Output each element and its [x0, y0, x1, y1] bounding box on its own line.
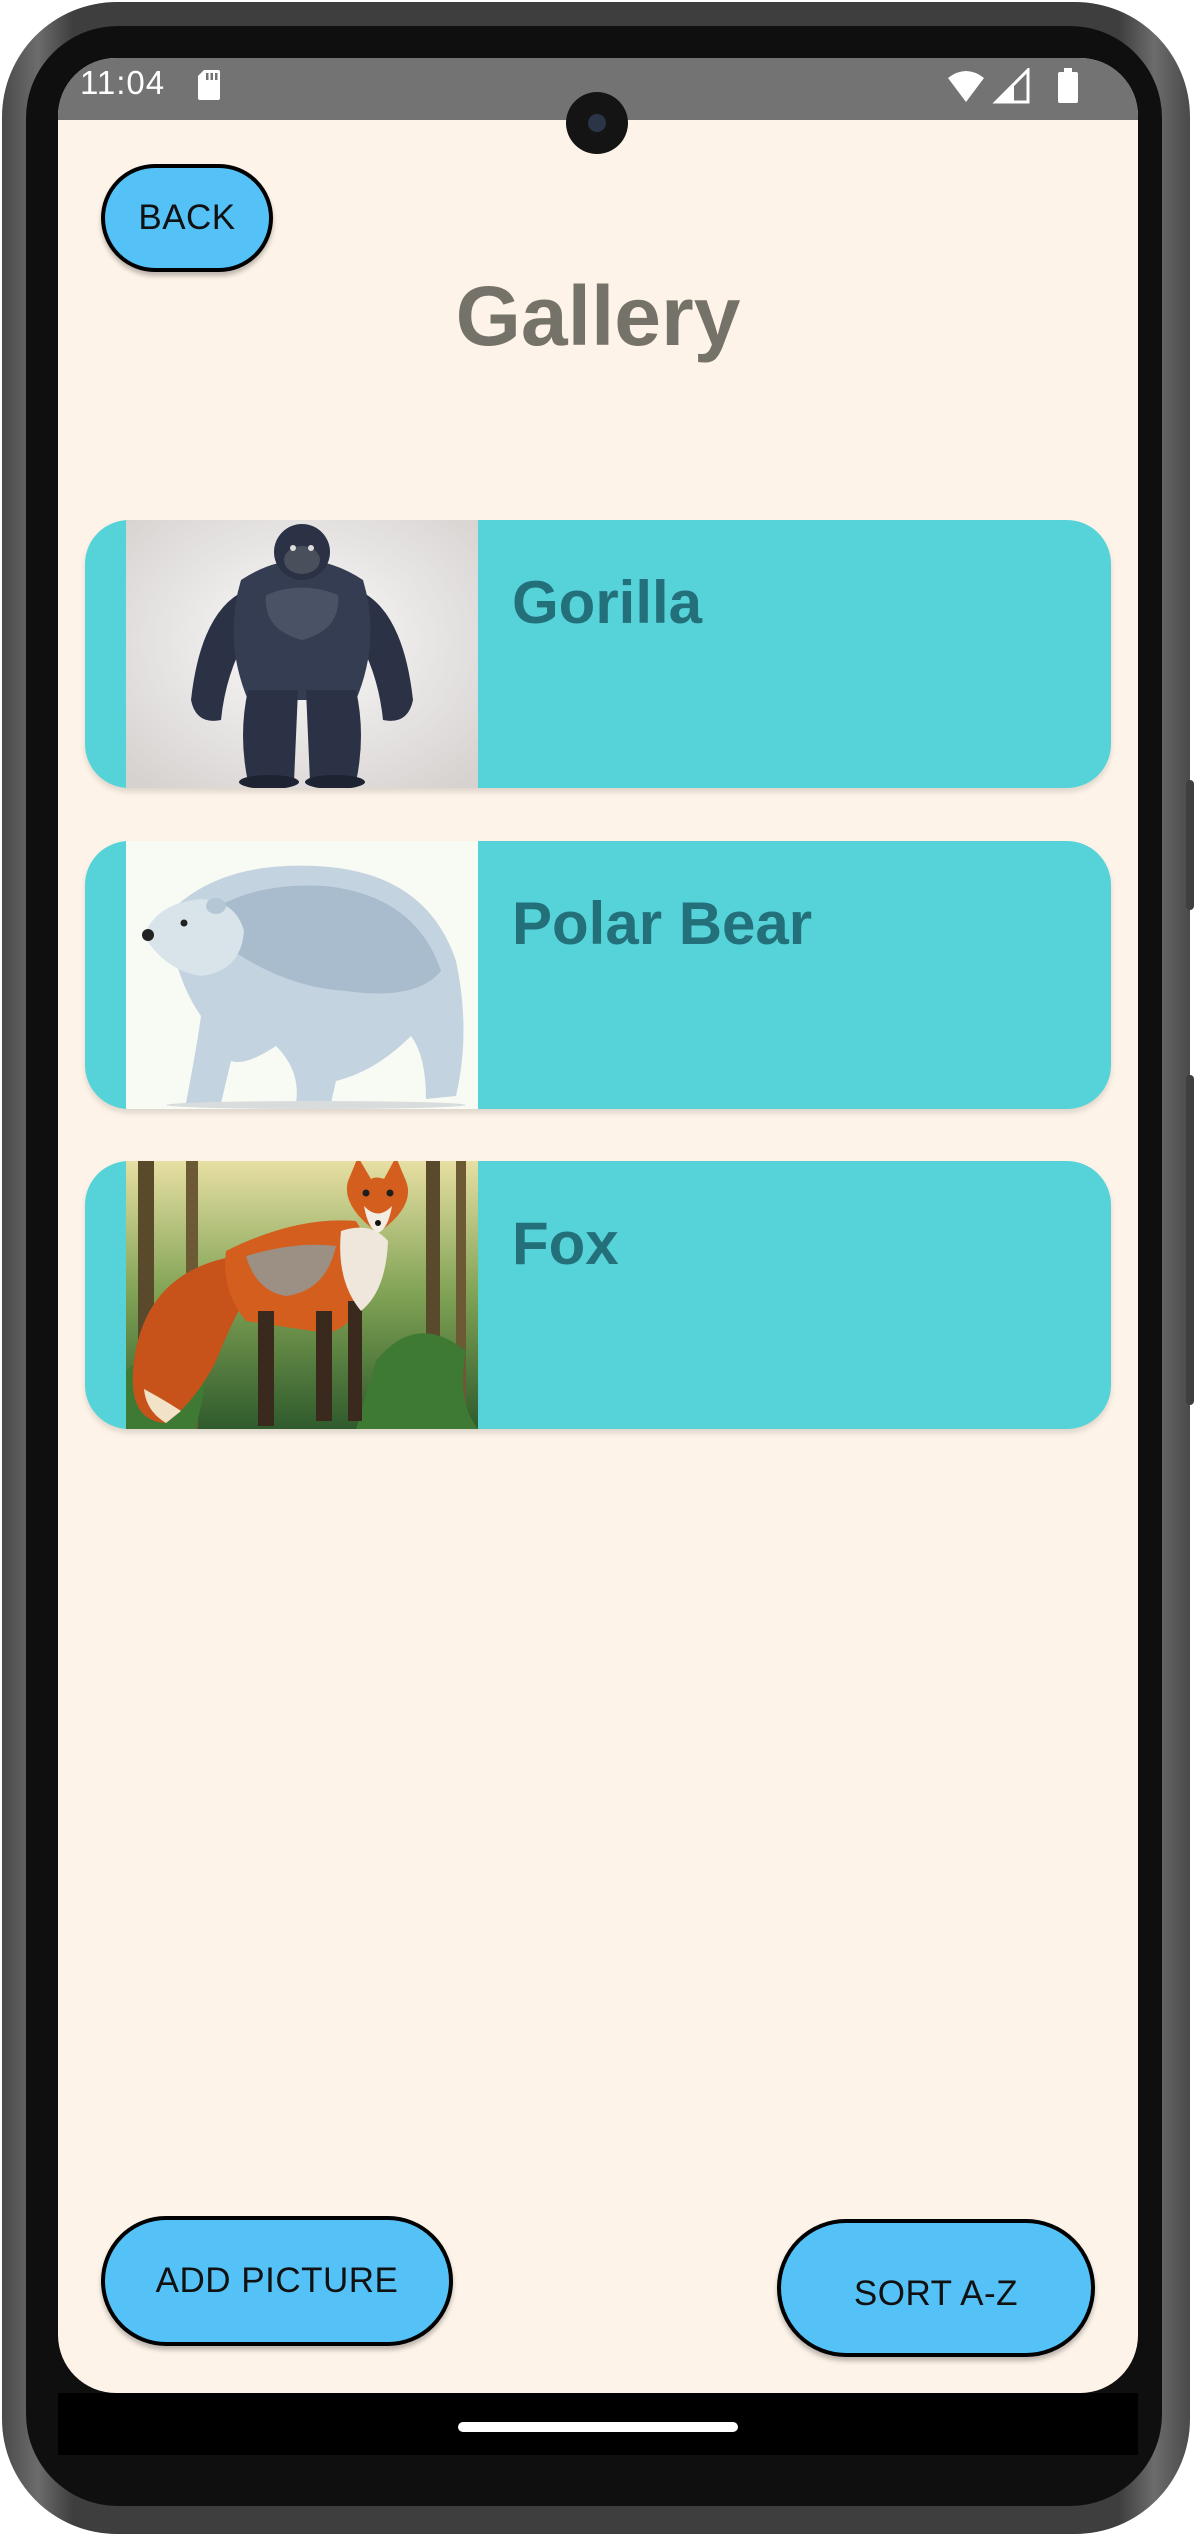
gallery-item-label: Fox [512, 1210, 619, 1277]
front-camera [566, 92, 628, 154]
polar-bear-image [126, 841, 478, 1109]
back-button[interactable]: BACK [101, 164, 273, 272]
gallery-item-fox[interactable]: Fox [85, 1161, 1111, 1429]
status-time: 11:04 [80, 64, 166, 101]
home-indicator[interactable] [458, 2422, 738, 2432]
gallery-item-label: Polar Bear [512, 890, 813, 957]
gallery-item-label: Gorilla [512, 569, 703, 636]
sort-a-z-button[interactable]: SORT A-Z [777, 2219, 1095, 2357]
sort-a-z-label: SORT A-Z [853, 2274, 1019, 2313]
gallery-item-polar-bear[interactable]: Polar Bear [85, 841, 1111, 1109]
add-picture-label: ADD PICTURE [155, 2261, 399, 2300]
fox-image [126, 1161, 478, 1429]
add-picture-button[interactable]: ADD PICTURE [101, 2216, 453, 2346]
volume-button [1186, 1075, 1194, 1405]
page-title: Gallery [455, 269, 741, 363]
power-button [1186, 780, 1194, 910]
gallery-item-gorilla[interactable]: Gorilla [85, 520, 1111, 788]
status-icons [948, 68, 1078, 104]
wifi-icon [948, 71, 984, 102]
signal-icon [992, 68, 1030, 104]
sd-card-icon [198, 70, 220, 100]
back-button-label: BACK [138, 198, 236, 237]
app-screen: 11:04 BACK Gallery Gorilla Polar Bear Fo… [58, 58, 1138, 2393]
battery-icon [1058, 68, 1078, 103]
gorilla-image [126, 520, 478, 788]
